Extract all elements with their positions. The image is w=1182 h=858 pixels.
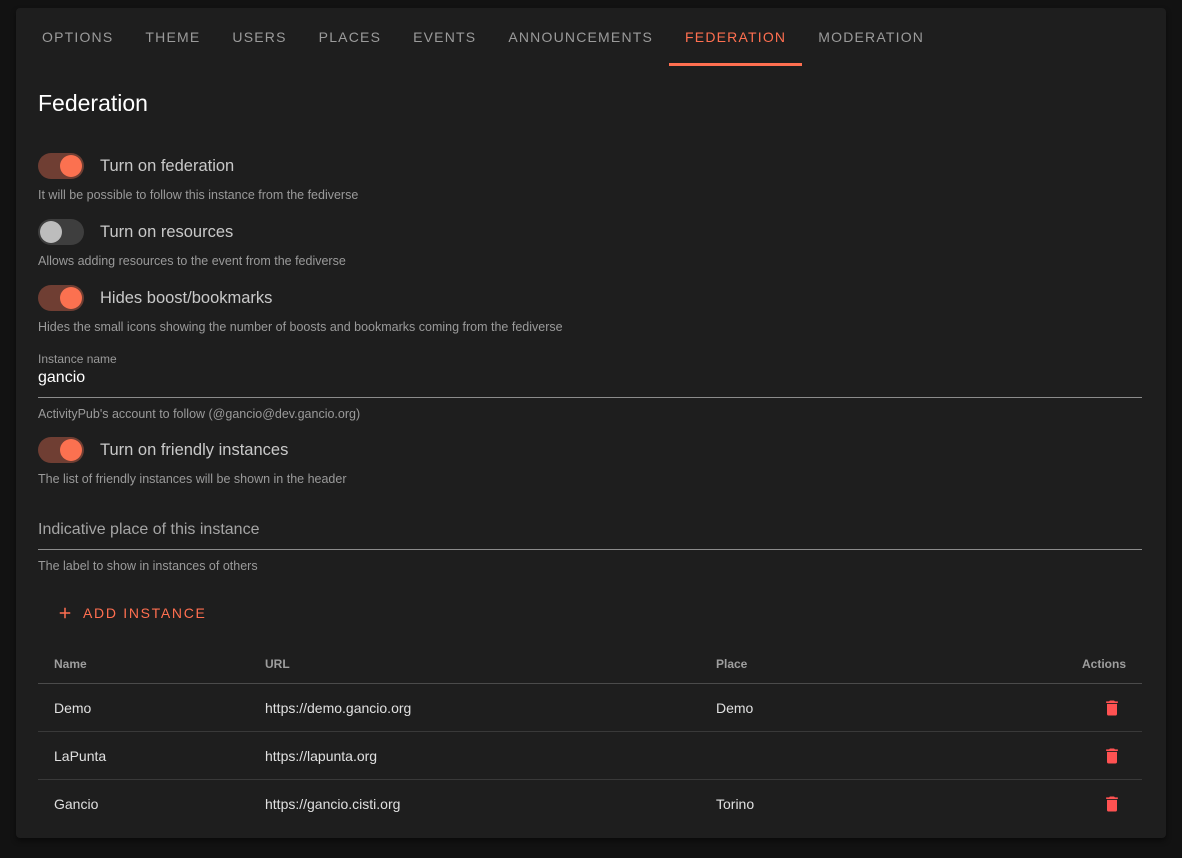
instance-place: Demo [716,700,1034,716]
trash-icon [1102,746,1122,766]
trash-icon [1102,794,1122,814]
federation-toggle[interactable] [38,153,84,179]
delete-instance-button[interactable] [1098,694,1126,722]
instance-place: Torino [716,796,1034,812]
toggle-thumb [60,155,82,177]
resources-toggle-label: Turn on resources [100,223,233,242]
instance-url: https://lapunta.org [265,748,716,764]
tab-announcements[interactable]: ANNOUNCEMENTS [492,8,669,66]
instance-name: LaPunta [54,748,265,764]
col-header-place: Place [716,657,1034,671]
instances-table-header: Name URL Place Actions [38,644,1142,684]
hide-boosts-toggle[interactable] [38,285,84,311]
instance-name-input[interactable] [38,366,1142,398]
tab-events[interactable]: EVENTS [397,8,492,66]
indicative-place-field-group: The label to show in instances of others [38,518,1142,574]
instance-name: Demo [54,700,265,716]
instance-name-hint: ActivityPub's account to follow (@gancio… [38,407,1142,422]
friendly-instances-toggle[interactable] [38,437,84,463]
instance-url: https://gancio.cisti.org [265,796,716,812]
instances-table: Name URL Place Actions Demo https://demo… [38,644,1142,828]
delete-instance-button[interactable] [1098,790,1126,818]
friendly-instances-toggle-hint: The list of friendly instances will be s… [38,472,1142,487]
tab-places[interactable]: PLACES [303,8,397,66]
toggle-thumb [60,287,82,309]
table-row: Gancio https://gancio.cisti.org Torino [38,780,1142,828]
hide-boosts-toggle-group: Hides boost/bookmarks Hides the small ic… [38,285,1142,335]
resources-toggle-group: Turn on resources Allows adding resource… [38,219,1142,269]
col-header-url: URL [265,657,716,671]
indicative-place-hint: The label to show in instances of others [38,559,1142,574]
instance-url: https://demo.gancio.org [265,700,716,716]
page-title: Federation [38,90,1142,117]
tab-moderation[interactable]: MODERATION [802,8,940,66]
tab-options[interactable]: OPTIONS [26,8,129,66]
hide-boosts-toggle-label: Hides boost/bookmarks [100,289,272,308]
table-row: LaPunta https://lapunta.org [38,732,1142,780]
instance-name-label: Instance name [38,352,1142,366]
tab-theme[interactable]: THEME [129,8,216,66]
federation-toggle-hint: It will be possible to follow this insta… [38,188,1142,203]
admin-panel-card: OPTIONS THEME USERS PLACES EVENTS ANNOUN… [16,8,1166,838]
toggle-thumb [40,221,62,243]
table-row: Demo https://demo.gancio.org Demo [38,684,1142,732]
federation-toggle-group: Turn on federation It will be possible t… [38,153,1142,203]
federation-settings: Federation Turn on federation It will be… [16,66,1166,828]
friendly-instances-toggle-label: Turn on friendly instances [100,441,288,460]
delete-instance-button[interactable] [1098,742,1126,770]
resources-toggle[interactable] [38,219,84,245]
federation-toggle-label: Turn on federation [100,157,234,176]
admin-tabbar: OPTIONS THEME USERS PLACES EVENTS ANNOUN… [16,8,1166,66]
col-header-actions: Actions [1034,657,1126,671]
trash-icon [1102,698,1122,718]
col-header-name: Name [54,657,265,671]
tab-federation[interactable]: FEDERATION [669,8,802,66]
resources-toggle-hint: Allows adding resources to the event fro… [38,254,1142,269]
instance-name: Gancio [54,796,265,812]
add-instance-button[interactable]: ADD INSTANCE [48,596,215,630]
plus-icon [56,604,74,622]
instance-name-field-group: Instance name ActivityPub's account to f… [38,352,1142,422]
friendly-toggle-group: Turn on friendly instances The list of f… [38,437,1142,487]
tab-users[interactable]: USERS [216,8,302,66]
indicative-place-input[interactable] [38,518,1142,550]
toggle-thumb [60,439,82,461]
hide-boosts-toggle-hint: Hides the small icons showing the number… [38,320,1142,335]
add-instance-label: ADD INSTANCE [83,605,207,621]
